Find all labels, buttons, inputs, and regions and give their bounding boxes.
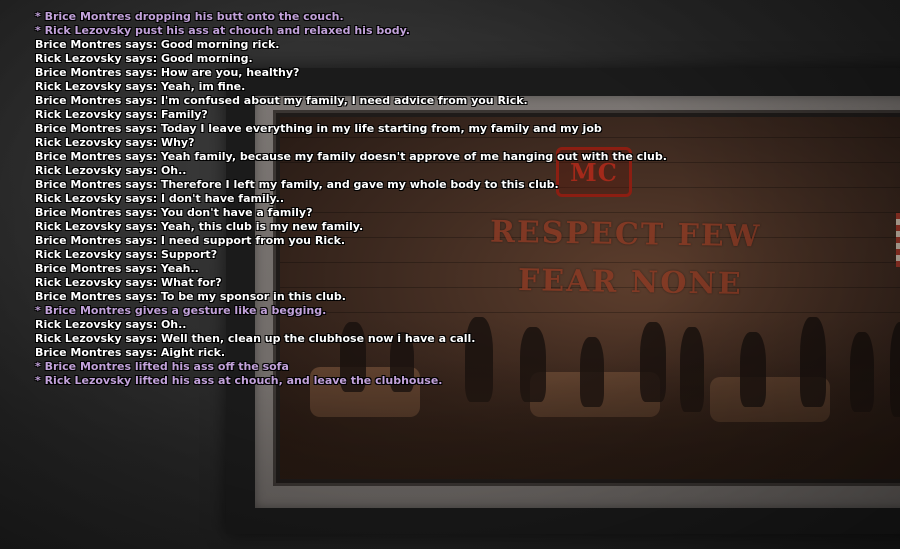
chat-say-line: Brice Montres says: Yeah.. xyxy=(35,262,199,275)
chat-say-line: Rick Lezovsky says: Oh.. xyxy=(35,318,187,331)
chat-say-line: Brice Montres says: Therefore I left my … xyxy=(35,178,559,191)
chat-say-line: Brice Montres says: To be my sponsor in … xyxy=(35,290,346,303)
chat-say-line: Brice Montres says: Aight rick. xyxy=(35,346,226,359)
chat-action-line: * Brice Montres gives a gesture like a b… xyxy=(35,304,327,317)
chat-say-line: Rick Lezovsky says: Yeah, im fine. xyxy=(35,80,246,93)
game-scene: MC RESPECT FEW FEAR NONE * Brice Montres… xyxy=(0,0,900,549)
chat-say-line: Brice Montres says: Today I leave everyt… xyxy=(35,122,602,135)
chat-action-line: * Rick Lezovsky lifted his ass at chouch… xyxy=(35,374,443,387)
chat-log: * Brice Montres dropping his butt onto t… xyxy=(35,10,667,388)
chat-say-line: Rick Lezovsky says: I don't have family.… xyxy=(35,192,285,205)
chat-say-line: Rick Lezovsky says: Oh.. xyxy=(35,164,187,177)
chat-say-line: Rick Lezovsky says: What for? xyxy=(35,276,222,289)
chat-say-line: Brice Montres says: Yeah family, because… xyxy=(35,150,667,163)
chat-say-line: Rick Lezovsky says: Well then, clean up … xyxy=(35,332,476,345)
chat-say-line: Rick Lezovsky says: Why? xyxy=(35,136,195,149)
chat-action-line: * Brice Montres lifted his ass off the s… xyxy=(35,360,289,373)
chat-say-line: Rick Lezovsky says: Family? xyxy=(35,108,208,121)
flag xyxy=(896,213,900,267)
chat-say-line: Brice Montres says: I'm confused about m… xyxy=(35,94,528,107)
chat-action-line: * Rick Lezovsky pust his ass at chouch a… xyxy=(35,24,410,37)
chat-say-line: Rick Lezovsky says: Support? xyxy=(35,248,218,261)
chat-action-line: * Brice Montres dropping his butt onto t… xyxy=(35,10,344,23)
chat-say-line: Brice Montres says: I need support from … xyxy=(35,234,346,247)
chat-say-line: Brice Montres says: Good morning rick. xyxy=(35,38,280,51)
chat-say-line: Rick Lezovsky says: Yeah, this club is m… xyxy=(35,220,364,233)
chat-say-line: Brice Montres says: You don't have a fam… xyxy=(35,206,313,219)
chat-say-line: Brice Montres says: How are you, healthy… xyxy=(35,66,300,79)
chat-say-line: Rick Lezovsky says: Good morning. xyxy=(35,52,253,65)
